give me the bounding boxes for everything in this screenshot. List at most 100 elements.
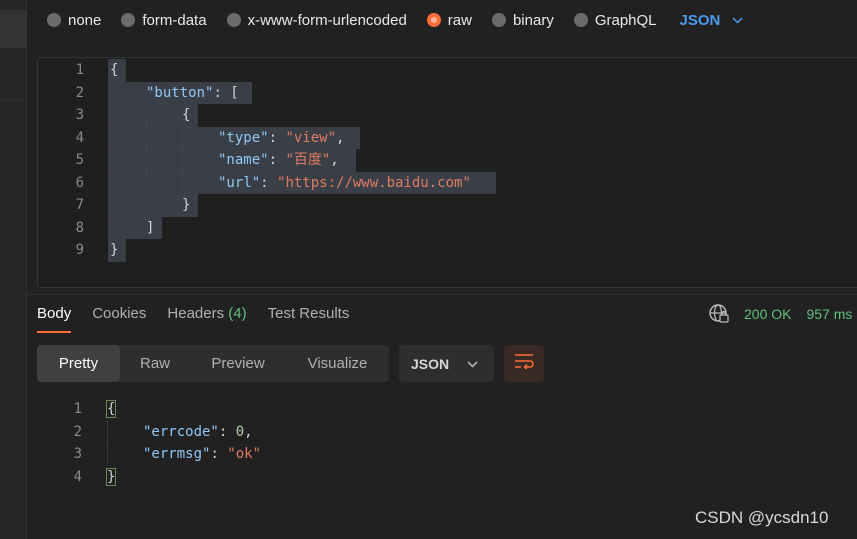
view-preview-button[interactable]: Preview (190, 345, 286, 382)
indent-guide (146, 171, 147, 194)
code-text: { (182, 104, 190, 127)
globe-icon[interactable] (708, 303, 730, 325)
line-number: 9 (75, 242, 84, 258)
radio-dot[interactable] (226, 13, 241, 27)
line-number: 2 (75, 84, 84, 101)
view-pretty-button[interactable]: Pretty (37, 345, 120, 382)
code-line: 4 "type": "view", (38, 126, 857, 150)
code-line: 6 "url": "https://www.baidu.com" (38, 171, 857, 195)
line-number: 4 (75, 129, 84, 146)
code-line: 9} (38, 239, 857, 262)
radio-dot-checked[interactable] (426, 13, 441, 27)
tab-test-results[interactable]: Test Results (268, 300, 350, 330)
indent-guide (107, 420, 108, 443)
radio-binary[interactable]: binary (491, 12, 554, 29)
response-body-viewer[interactable]: 1{2 "errcode": 0, 3 "errmsg": "ok" 4} (37, 398, 857, 498)
indent-guide (146, 149, 147, 172)
indent-guide (110, 171, 111, 194)
radio-x-www-form-urlencoded[interactable]: x-www-form-urlencoded (226, 11, 407, 29)
radio-label: form-data (142, 11, 207, 29)
response-time[interactable]: 957 ms (806, 306, 852, 322)
code-token: 0 (235, 423, 245, 440)
code-token: "errcode" (143, 423, 219, 440)
wrap-lines-button[interactable] (504, 345, 544, 382)
code-token: { (110, 62, 119, 78)
code-token: : (260, 174, 278, 191)
radio-raw[interactable]: raw (426, 11, 472, 29)
indent-guide (107, 443, 108, 466)
code-text: "url": "https://www.baidu.com" (218, 172, 471, 195)
request-body-editor[interactable]: 1{2 "button": [3{4 "type": "view", 5 "name":… (37, 57, 857, 288)
code-line: 4} (37, 466, 857, 489)
raw-format-dropdown[interactable]: JSON (680, 12, 744, 29)
code-line: 3 "errmsg": "ok" (37, 443, 857, 466)
indent-guide (110, 126, 111, 149)
sidebar-selected-item[interactable] (0, 10, 27, 48)
code-text: "type": "view", (218, 127, 344, 150)
code-text: { (110, 59, 118, 82)
line-number: 2 (73, 423, 82, 440)
view-visualize-button[interactable]: Visualize (286, 345, 389, 382)
code-token: , (330, 152, 339, 168)
radio-none[interactable]: none (47, 12, 101, 29)
line-number: 1 (73, 401, 82, 417)
radio-form-data[interactable]: form-data (121, 11, 207, 29)
radio-dot[interactable] (121, 13, 136, 27)
code-text: } (110, 239, 118, 262)
code-token: : (210, 446, 228, 462)
code-line: 1{ (38, 59, 857, 82)
code-token: "百度" (285, 152, 331, 168)
chevron-down-icon (732, 13, 743, 27)
indent-guide (110, 149, 111, 172)
line-number: 3 (73, 446, 82, 462)
radio-dot[interactable] (47, 13, 61, 27)
response-status: 200 OK 957 ms (708, 300, 852, 328)
radio-graphql[interactable]: GraphQL (573, 12, 657, 29)
radio-dot[interactable] (491, 13, 506, 27)
wrap-lines-icon (514, 353, 534, 374)
indent-guide (110, 81, 111, 104)
line-number: 3 (75, 107, 84, 123)
code-text: { (105, 398, 117, 421)
tab-cookies[interactable]: Cookies (92, 300, 146, 330)
radio-dot[interactable] (573, 13, 588, 27)
watermark: CSDN @ycsdn10 (695, 508, 829, 527)
code-token: "name" (218, 152, 269, 168)
code-line: 5 "name": "百度", (38, 149, 857, 172)
code-token: , (336, 129, 345, 146)
view-mode-segmented: Pretty Raw Preview Visualize (37, 345, 389, 382)
code-token: ] (146, 219, 155, 236)
code-line: 1{ (37, 398, 857, 421)
indent-guide (182, 149, 183, 172)
indent-guide (110, 216, 111, 239)
sidebar-divider (0, 100, 27, 101)
line-number: 5 (75, 152, 84, 168)
indent-guide (110, 194, 111, 217)
status-code[interactable]: 200 OK (744, 306, 791, 322)
code-text: } (182, 194, 190, 217)
tab-body[interactable]: Body (37, 300, 72, 333)
line-number: 8 (75, 219, 84, 236)
code-line: 2 "button": [ (38, 81, 857, 105)
radio-label: raw (447, 11, 472, 29)
code-token: { (105, 400, 117, 418)
response-format-dropdown[interactable]: JSON (399, 345, 494, 382)
code-token: "view" (285, 129, 337, 146)
tab-headers[interactable]: Headers (4) (167, 300, 246, 330)
code-token: : (268, 152, 286, 168)
line-number: 6 (75, 174, 84, 191)
response-tabs: Body Cookies Headers (4) Test Results (37, 300, 370, 333)
line-number: 7 (75, 197, 84, 213)
chevron-down-icon (467, 357, 478, 371)
code-text: } (105, 466, 117, 489)
headers-count: (4) (228, 305, 247, 322)
line-number: 1 (75, 62, 84, 78)
left-sidebar-strip (0, 0, 27, 539)
code-token: "button" (146, 84, 214, 101)
code-line: 8] (38, 216, 857, 239)
code-token: : [ (213, 84, 239, 101)
code-text: "button": [ (146, 82, 239, 105)
indent-guide (146, 126, 147, 149)
view-raw-button[interactable]: Raw (120, 345, 190, 382)
radio-label: x-www-form-urlencoded (247, 11, 407, 29)
